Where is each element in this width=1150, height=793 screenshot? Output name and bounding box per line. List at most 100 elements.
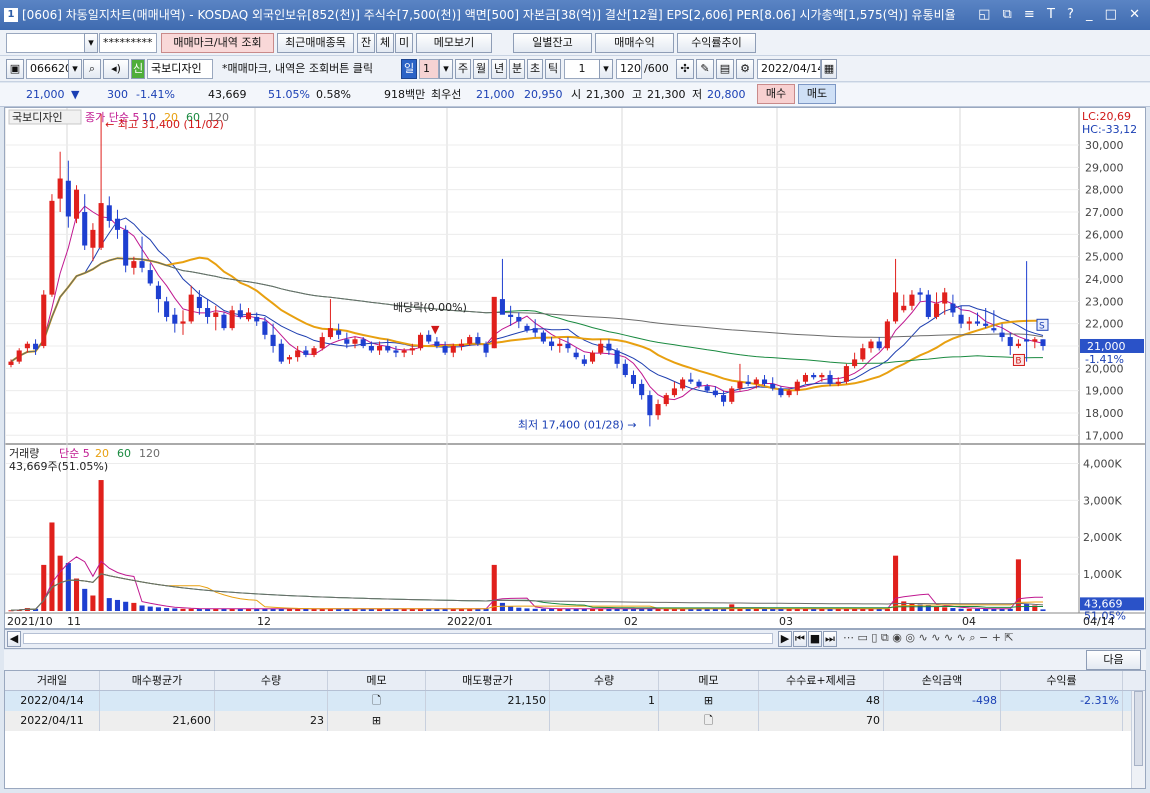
candle-body <box>835 381 841 384</box>
chart-settings-icon[interactable]: ▣ <box>6 59 24 79</box>
col-return[interactable]: 수익률 <box>1001 671 1123 690</box>
account-field[interactable] <box>6 33 86 53</box>
gear-icon[interactable]: ⚙ <box>736 59 754 79</box>
best-bid: 21,000 <box>476 88 515 101</box>
vol-legend-item: 120 <box>139 447 160 460</box>
volume-bar <box>893 555 899 611</box>
period-number-field[interactable]: 1 <box>419 59 439 79</box>
period-day-tab[interactable]: 일 <box>401 59 417 79</box>
volume-bar <box>65 563 71 611</box>
table-row[interactable]: 2022/04/14 🗋 21,150 1 ⊞ 48 -498 -2.31% <box>5 691 1145 711</box>
vol-y-tick-label: 4,000K <box>1083 457 1122 470</box>
calendar-icon[interactable]: ▦ <box>821 59 837 79</box>
forward-icon[interactable]: ⏭ <box>823 631 837 647</box>
stop-icon[interactable]: ■ <box>808 631 822 647</box>
memo-add-icon[interactable]: ⊞ <box>659 691 759 711</box>
candle-body <box>180 321 186 324</box>
window-title: [0606] 차동일지차트(매매내역) - KOSDAQ 외국인보유[852(천… <box>22 8 956 22</box>
period-week-tab[interactable]: 주 <box>455 59 471 79</box>
vol-ma-line-20 <box>10 573 1043 611</box>
password-field[interactable]: ********* <box>99 33 157 53</box>
col-sell-avg[interactable]: 매도평균가 <box>426 671 550 690</box>
table-scrollbar[interactable] <box>1131 691 1145 788</box>
tick-dropdown-icon[interactable]: ▾ <box>599 59 613 79</box>
stock-code-field[interactable]: 066620 <box>26 59 70 79</box>
candle-body <box>655 404 661 416</box>
volume-summary: 43,669주(51.05%) <box>9 460 108 473</box>
table-row[interactable]: 2022/04/11 21,600 23 ⊞ 🗋 70 <box>5 711 1145 731</box>
tools-icon[interactable]: ✣ <box>676 59 694 79</box>
trade-profit-button[interactable]: 매매수익 <box>595 33 674 53</box>
mark-view-button[interactable]: 매매마크/내역 조회 <box>161 33 274 53</box>
col-trade-date[interactable]: 거래일 <box>5 671 100 690</box>
col-buy-qty[interactable]: 수량 <box>215 671 328 690</box>
sound-icon[interactable]: ◂) <box>103 59 129 79</box>
memo-page-icon[interactable]: 🗋 <box>659 711 759 731</box>
candle-body <box>82 212 88 246</box>
balance-button[interactable]: 잔 <box>357 33 375 53</box>
rewind-icon[interactable]: ⏮ <box>793 631 807 647</box>
search-icon[interactable]: ⌕ <box>83 59 101 79</box>
candle-body <box>409 348 415 351</box>
candle-body <box>884 321 890 349</box>
candle-body <box>278 343 284 362</box>
period-tick-tab[interactable]: 틱 <box>545 59 561 79</box>
volume-bar <box>958 608 964 611</box>
col-sell-qty[interactable]: 수량 <box>550 671 659 690</box>
stock-chart-svg[interactable]: 30,000 29,000 28,000 27,000 26,000 25,000 24,0… <box>5 108 1145 628</box>
chart-tools-icons[interactable]: ⋯ ▭ ▯ ⧉ ◉ ◎ ∿ ∿ ∿ ∿ ⌕ − + ⇱ <box>843 628 1014 648</box>
draw-icon[interactable]: ✎ <box>696 59 714 79</box>
scroll-left-icon[interactable]: ◀ <box>7 631 21 647</box>
candle-body <box>90 229 96 248</box>
next-page-button[interactable]: 다음 <box>1086 650 1141 670</box>
volume-bar <box>1024 603 1030 611</box>
chart-scroll-track[interactable] <box>23 633 773 644</box>
price-panel-bg <box>5 108 1145 444</box>
stock-name-field[interactable]: 국보디자인 <box>147 59 213 79</box>
memo-add-icon[interactable]: ⊞ <box>328 711 426 731</box>
candle-body <box>8 361 14 365</box>
period-year-tab[interactable]: 년 <box>491 59 507 79</box>
candle-body <box>467 337 473 344</box>
play-icon[interactable]: ▶ <box>778 631 792 647</box>
tick-count-field[interactable]: 1 <box>564 59 600 79</box>
unfilled-button[interactable]: 미 <box>395 33 413 53</box>
candle-body <box>73 189 80 219</box>
account-dropdown-icon[interactable]: ▾ <box>84 33 98 53</box>
volume-bar <box>106 598 112 611</box>
toolbar-chart-row: ▣ 066620 ▾ ⌕ ◂) 신 국보디자인 *매매마크, 내역은 조회버튼 … <box>0 56 1150 82</box>
period-dropdown-icon[interactable]: ▾ <box>439 59 453 79</box>
period-second-tab[interactable]: 초 <box>527 59 543 79</box>
candle-body <box>33 343 39 350</box>
period-month-tab[interactable]: 월 <box>473 59 489 79</box>
col-buy-memo[interactable]: 메모 <box>328 671 426 690</box>
col-fee-tax[interactable]: 수수료+제세금 <box>759 671 884 690</box>
return-trend-button[interactable]: 수익률추이 <box>677 33 756 53</box>
recent-stocks-button[interactable]: 최근매매종목 <box>277 33 354 53</box>
chart-area[interactable]: 30,000 29,000 28,000 27,000 26,000 25,000 24,0… <box>4 107 1146 629</box>
table-scroll-thumb[interactable] <box>1134 691 1143 766</box>
row-fee: 70 <box>759 711 884 731</box>
candle-body <box>491 296 497 349</box>
code-dropdown-icon[interactable]: ▾ <box>68 59 82 79</box>
window-controls[interactable]: ◱ ⧉ ≡ T ? _ □ ✕ <box>978 0 1144 30</box>
dividend-annotation: 배당락(0.00%) <box>393 301 467 314</box>
col-buy-avg[interactable]: 매수평균가 <box>100 671 215 690</box>
period-minute-tab[interactable]: 분 <box>509 59 525 79</box>
buy-button[interactable]: 매수 <box>757 84 795 104</box>
date-field[interactable]: 2022/04/14 <box>757 59 821 79</box>
candle-body <box>753 379 759 384</box>
col-pnl[interactable]: 손익금액 <box>884 671 1001 690</box>
volume-bar <box>532 608 538 611</box>
candle-body <box>524 325 530 331</box>
col-sell-memo[interactable]: 메모 <box>659 671 759 690</box>
save-icon[interactable]: ▤ <box>716 59 734 79</box>
y-tick-label: 30,000 <box>1085 139 1124 152</box>
executed-button[interactable]: 체 <box>376 33 394 53</box>
memo-page-icon[interactable]: 🗋 <box>328 691 426 711</box>
memo-view-button[interactable]: 메모보기 <box>416 33 492 53</box>
daily-balance-button[interactable]: 일별잔고 <box>513 33 592 53</box>
bar-count-field[interactable]: 120 <box>616 59 642 79</box>
candle-body <box>999 332 1005 338</box>
sell-button[interactable]: 매도 <box>798 84 836 104</box>
